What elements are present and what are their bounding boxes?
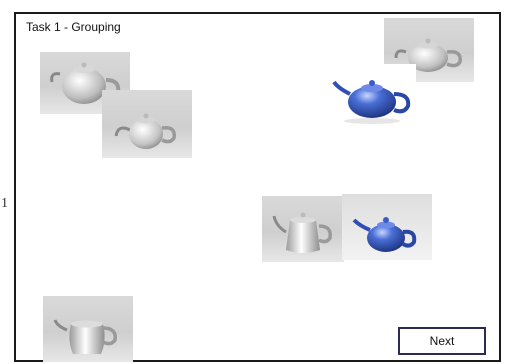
white-tall-teapot-icon bbox=[272, 212, 333, 253]
blue-teapot-icon bbox=[352, 217, 417, 252]
next-button[interactable]: Next bbox=[398, 327, 486, 355]
teapot-card-2[interactable] bbox=[102, 90, 192, 158]
stray-mark: 1 bbox=[1, 196, 8, 211]
teapot-card-6[interactable] bbox=[342, 194, 432, 260]
blue-teapot-icon bbox=[332, 80, 411, 124]
teapot-card-7[interactable] bbox=[43, 296, 133, 362]
task-window: Task 1 - Grouping Next bbox=[14, 12, 501, 362]
white-pitcher-teapot-icon bbox=[53, 319, 117, 354]
white-small-teapot-icon bbox=[114, 113, 176, 149]
window-title: Task 1 - Grouping bbox=[26, 20, 121, 34]
teapot-card-5[interactable] bbox=[262, 196, 344, 262]
teapot-card-4[interactable] bbox=[328, 64, 416, 126]
